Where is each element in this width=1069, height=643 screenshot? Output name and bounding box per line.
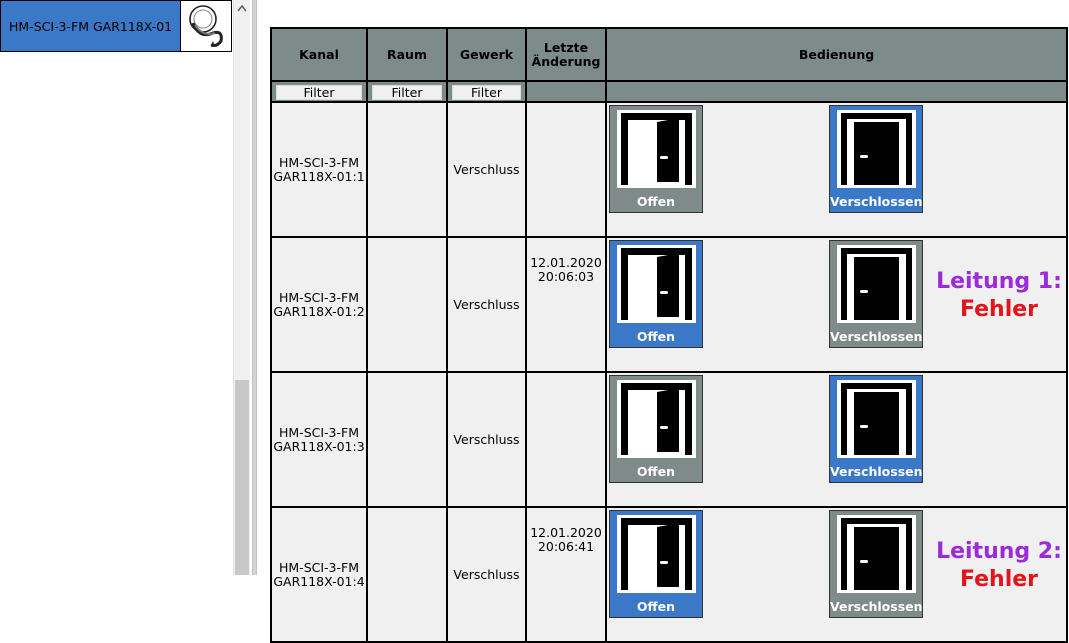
table-row: HM-SCI-3-FM GAR118X-01:2 Verschluss 12.0… (270, 236, 1068, 373)
verschlossen-label: Verschlossen (830, 329, 923, 344)
filter-row: Filter Filter Filter (270, 80, 1068, 103)
column-header-raum[interactable]: Raum (366, 27, 448, 82)
verschlossen-label: Verschlossen (830, 194, 923, 209)
status-line-label: Leitung 1: (936, 269, 1062, 294)
open-door-icon (617, 380, 696, 458)
column-header-letzte-aenderung[interactable]: Letzte Änderung (525, 27, 607, 82)
verschlossen-button[interactable]: Verschlossen (829, 510, 923, 618)
pane-splitter[interactable] (252, 0, 257, 575)
status-error-label: Fehler (959, 567, 1039, 592)
closed-door-icon (837, 110, 916, 188)
table-row: HM-SCI-3-FM GAR118X-01:1 Verschluss Offe… (270, 101, 1068, 238)
header-letzte-line1: Letzte (543, 39, 589, 55)
kanal-name-line2: GAR118X-01:1 (273, 168, 365, 184)
open-door-icon (617, 515, 696, 593)
letzte-aenderung-cell (525, 101, 607, 238)
column-header-bedienung: Bedienung (605, 27, 1068, 82)
offen-label: Offen (636, 194, 676, 209)
filter-raum-button[interactable]: Filter (372, 85, 442, 100)
raum-cell (366, 371, 448, 508)
offen-button[interactable]: Offen (609, 510, 703, 618)
closed-door-icon (837, 380, 916, 458)
closed-door-icon (837, 245, 916, 323)
verschlossen-label: Verschlossen (830, 464, 923, 479)
verschlossen-button[interactable]: Verschlossen (829, 240, 923, 348)
change-time: 20:06:41 (537, 539, 595, 554)
device-thumbnail-icon (180, 1, 231, 51)
filter-kanal-button[interactable]: Filter (276, 85, 362, 100)
channel-table: Kanal Raum Gewerk Letzte Änderung Bedien… (270, 27, 1068, 643)
device-name[interactable]: HM-SCI-3-FM GAR118X-01 (1, 1, 181, 51)
offen-button[interactable]: Offen (609, 105, 703, 213)
kanal-name-line2: GAR118X-01:4 (273, 573, 365, 589)
kanal-name-line2: GAR118X-01:3 (273, 438, 365, 454)
filter-cell-gewerk: Filter (446, 80, 527, 103)
change-date: 12.01.2020 (530, 255, 602, 270)
change-date: 12.01.2020 (530, 525, 602, 540)
filter-gewerk-button[interactable]: Filter (452, 85, 521, 100)
gewerk-cell: Verschluss (446, 101, 527, 238)
open-door-icon (617, 245, 696, 323)
verschlossen-button[interactable]: Verschlossen (829, 105, 923, 213)
status-error-label: Fehler (959, 297, 1039, 322)
offen-label: Offen (636, 329, 676, 344)
offen-label: Offen (636, 464, 676, 479)
filter-cell-empty (605, 80, 1068, 103)
offen-button[interactable]: Offen (609, 240, 703, 348)
kanal-name-line1: HM-SCI-3-FM (279, 424, 359, 440)
offen-label: Offen (636, 599, 676, 614)
device-list-item[interactable]: HM-SCI-3-FM GAR118X-01 (0, 0, 232, 52)
bedienung-cell: Offen Verschlossen (605, 101, 1068, 238)
table-row: HM-SCI-3-FM GAR118X-01:3 Verschluss Offe… (270, 371, 1068, 508)
raum-cell (366, 101, 448, 238)
column-header-kanal[interactable]: Kanal (270, 27, 368, 82)
raum-cell (366, 236, 448, 373)
change-time: 20:06:03 (537, 269, 595, 284)
column-header-gewerk[interactable]: Gewerk (446, 27, 527, 82)
letzte-aenderung-cell (525, 371, 607, 508)
filter-cell-raum: Filter (366, 80, 448, 103)
status-message: Leitung 1: Fehler (934, 268, 1064, 324)
kanal-name-line1: HM-SCI-3-FM (279, 559, 359, 575)
letzte-aenderung-cell: 12.01.2020 20:06:03 (525, 236, 607, 373)
status-line-label: Leitung 2: (936, 539, 1062, 564)
header-row: Kanal Raum Gewerk Letzte Änderung Bedien… (270, 27, 1068, 82)
filter-cell-empty (525, 80, 607, 103)
gewerk-cell: Verschluss (446, 371, 527, 508)
kanal-cell: HM-SCI-3-FM GAR118X-01:1 (270, 101, 368, 238)
kanal-cell: HM-SCI-3-FM GAR118X-01:2 (270, 236, 368, 373)
chevron-up-icon[interactable] (234, 0, 250, 17)
scrollbar-thumb[interactable] (235, 380, 249, 575)
bedienung-cell: Offen Verschlossen Leitung 1: Fehler (605, 236, 1068, 373)
closed-door-icon (837, 515, 916, 593)
kanal-name-line1: HM-SCI-3-FM (279, 154, 359, 170)
verschlossen-button[interactable]: Verschlossen (829, 375, 923, 483)
status-message: Leitung 2: Fehler (934, 538, 1064, 594)
header-letzte-line2: Änderung (531, 53, 601, 69)
offen-button[interactable]: Offen (609, 375, 703, 483)
verschlossen-label: Verschlossen (830, 599, 923, 614)
device-list-pane: HM-SCI-3-FM GAR118X-01 (0, 0, 233, 575)
kanal-name-line1: HM-SCI-3-FM (279, 289, 359, 305)
kanal-cell: HM-SCI-3-FM GAR118X-01:3 (270, 371, 368, 508)
device-list-scrollbar[interactable] (233, 0, 250, 575)
filter-cell-kanal: Filter (270, 80, 368, 103)
open-door-icon (617, 110, 696, 188)
bedienung-cell: Offen Verschlossen (605, 371, 1068, 508)
kanal-name-line2: GAR118X-01:2 (273, 303, 365, 319)
gewerk-cell: Verschluss (446, 236, 527, 373)
